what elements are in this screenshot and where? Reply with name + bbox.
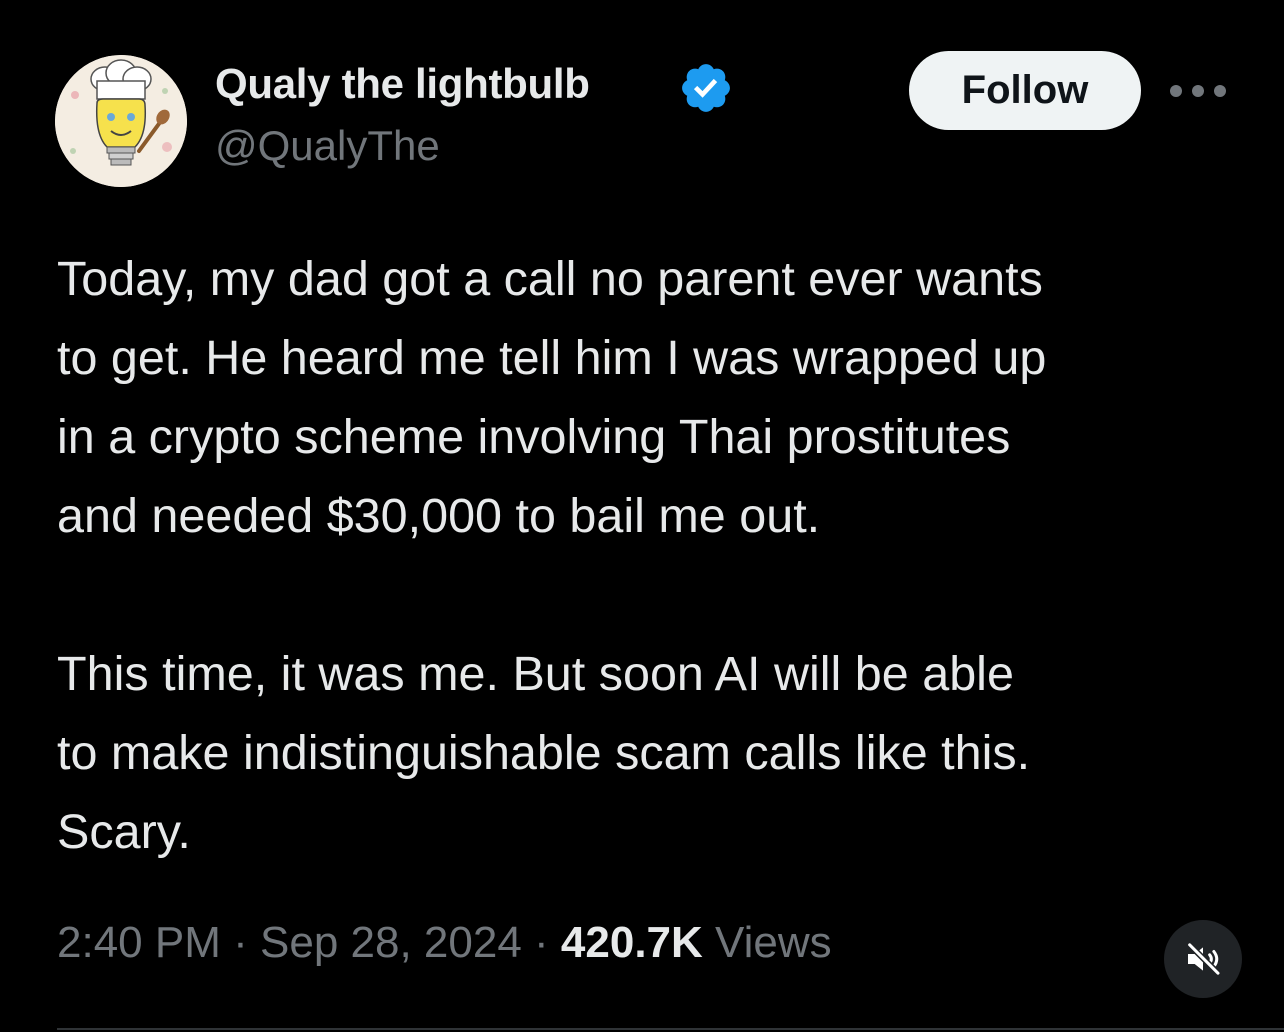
tweet-text-line: in a crypto scheme involving Thai prosti… bbox=[57, 410, 1011, 464]
tweet-body: Today, my dad got a call no parent ever … bbox=[57, 240, 1247, 872]
divider bbox=[57, 1028, 1284, 1030]
more-dot bbox=[1214, 85, 1226, 97]
tweet-meta: 2:40 PM · Sep 28, 2024 · 420.7K Views bbox=[57, 918, 832, 968]
chef-lightbulb-avatar-icon bbox=[55, 55, 187, 187]
meta-separator: · bbox=[233, 918, 248, 967]
mute-toggle-button[interactable] bbox=[1164, 920, 1242, 998]
tweet-text-line: Scary. bbox=[57, 805, 191, 859]
tweet-text-line: Today, my dad got a call no parent ever … bbox=[57, 252, 1043, 306]
tweet-time[interactable]: 2:40 PM bbox=[57, 918, 221, 967]
views-label[interactable]: Views bbox=[715, 918, 832, 967]
more-dot bbox=[1192, 85, 1204, 97]
follow-button[interactable]: Follow bbox=[909, 51, 1141, 130]
tweet-text-line: This time, it was me. But soon AI will b… bbox=[57, 647, 1014, 701]
tweet-text-line: to get. He heard me tell him I was wrapp… bbox=[57, 331, 1047, 385]
tweet-text-line: and needed $30,000 to bail me out. bbox=[57, 489, 821, 543]
meta-separator: · bbox=[534, 918, 549, 967]
more-options-icon[interactable] bbox=[1170, 76, 1226, 106]
tweet-text-line: to make indistinguishable scam calls lik… bbox=[57, 726, 1031, 780]
verified-badge-icon bbox=[682, 64, 730, 112]
tweet-card: Qualy the lightbulb @QualyThe Follow Tod… bbox=[0, 0, 1284, 1032]
author-avatar[interactable] bbox=[55, 55, 187, 187]
more-dot bbox=[1170, 85, 1182, 97]
views-count[interactable]: 420.7K bbox=[561, 918, 703, 967]
author-handle[interactable]: @QualyThe bbox=[215, 122, 440, 170]
tweet-date[interactable]: Sep 28, 2024 bbox=[260, 918, 522, 967]
speaker-muted-icon bbox=[1186, 941, 1221, 977]
author-display-name[interactable]: Qualy the lightbulb bbox=[215, 60, 590, 108]
